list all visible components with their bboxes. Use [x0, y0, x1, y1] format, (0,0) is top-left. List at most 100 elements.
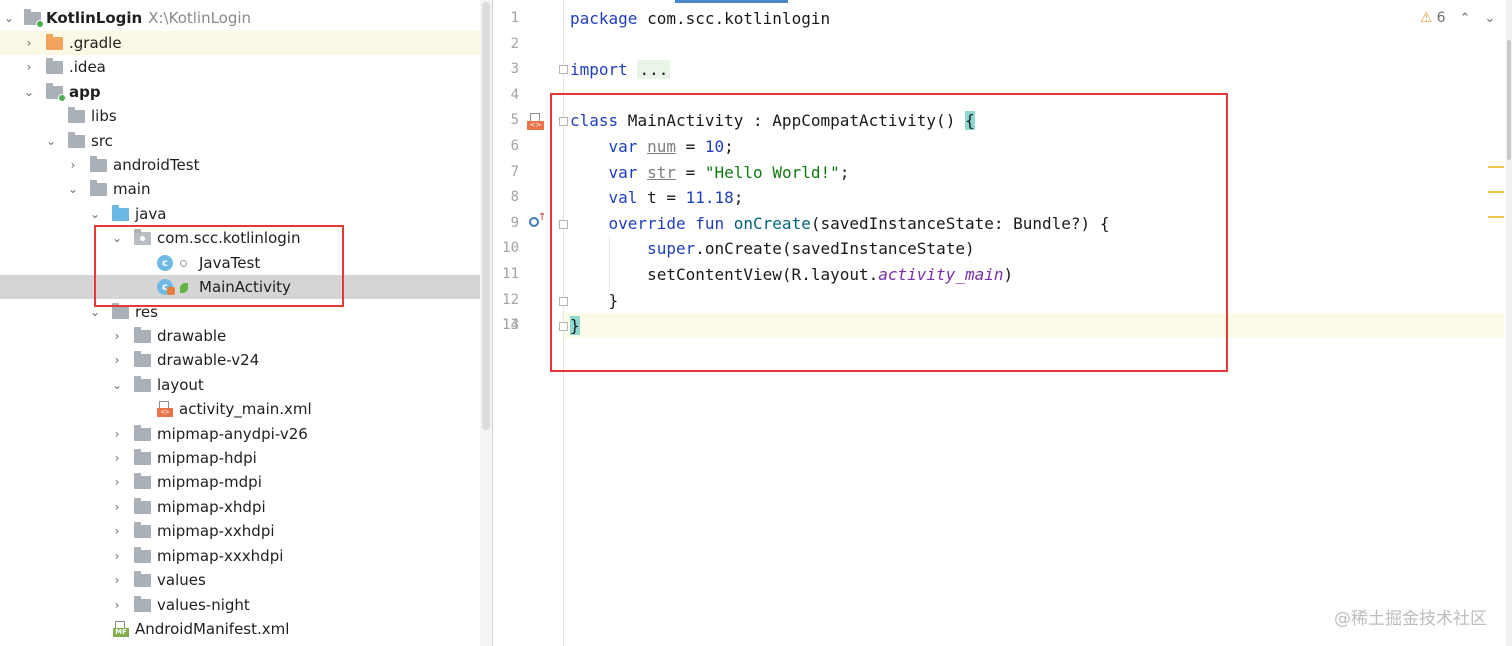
- code-text: setContentView(R.layout.: [647, 265, 879, 284]
- folder-icon: [134, 547, 152, 564]
- number-literal: 11.18: [685, 188, 734, 207]
- code-line-7[interactable]: var num = 10;: [570, 134, 734, 159]
- chevron-right-icon[interactable]: ›: [110, 544, 124, 568]
- code-line-6[interactable]: class MainActivity : AppCompatActivity()…: [570, 108, 975, 133]
- chevron-down-icon[interactable]: ⌄: [2, 6, 16, 30]
- chevron-down-icon[interactable]: ⌄: [88, 300, 102, 324]
- tree-item-mipmap-xxxhdpi[interactable]: › mipmap-xxxhdpi: [0, 544, 480, 568]
- chevron-right-icon[interactable]: ›: [22, 31, 36, 55]
- warning-marker[interactable]: [1488, 166, 1504, 168]
- tree-item-libs[interactable]: libs: [0, 104, 480, 128]
- tree-item-app[interactable]: ⌄ app: [0, 80, 480, 104]
- tree-item-mipmap-mdpi[interactable]: › mipmap-mdpi: [0, 470, 480, 494]
- warning-marker[interactable]: [1488, 191, 1504, 193]
- fold-toggle-icon[interactable]: [559, 322, 568, 331]
- chevron-right-icon[interactable]: ›: [110, 324, 124, 348]
- keyword: val: [608, 188, 638, 207]
- code-line-3[interactable]: import ...: [570, 57, 671, 82]
- tree-item-androidtest[interactable]: › androidTest: [0, 153, 480, 177]
- tree-item-drawable[interactable]: › drawable: [0, 324, 480, 348]
- chevron-down-icon[interactable]: ⌄: [88, 202, 102, 226]
- tree-item-res[interactable]: ⌄ res: [0, 300, 480, 324]
- editor-scrollbar-thumb[interactable]: [1507, 40, 1511, 160]
- tree-item-mipmap-anydpi[interactable]: › mipmap-anydpi-v26: [0, 422, 480, 446]
- tree-scrollbar[interactable]: [480, 0, 492, 646]
- chevron-right-icon[interactable]: ›: [110, 348, 124, 372]
- related-layout-icon[interactable]: <>: [527, 113, 545, 131]
- tree-item-src[interactable]: ⌄ src: [0, 129, 480, 153]
- code-line-11[interactable]: super.onCreate(savedInstanceState): [570, 236, 975, 261]
- fold-toggle-icon[interactable]: [559, 220, 568, 229]
- code-text: .onCreate: [695, 239, 782, 258]
- chevron-down-icon[interactable]: ⌄: [22, 80, 36, 104]
- tree-item-mainactivity[interactable]: c MainActivity: [0, 275, 480, 299]
- code-text: =: [675, 137, 705, 156]
- code-line-1[interactable]: package com.scc.kotlinlogin: [570, 6, 830, 31]
- fold-toggle-icon[interactable]: [559, 65, 568, 74]
- chevron-down-icon[interactable]: ⌄: [110, 373, 124, 397]
- inspection-widget[interactable]: ⚠ 6 ⌃ ⌄: [1420, 10, 1495, 26]
- chevron-right-icon[interactable]: ›: [22, 55, 36, 79]
- property-name: num: [647, 137, 676, 156]
- chevron-right-icon[interactable]: ›: [110, 593, 124, 617]
- folded-imports[interactable]: ...: [637, 60, 671, 79]
- matched-brace: }: [570, 316, 580, 335]
- tree-item-label: activity_main.xml: [179, 400, 312, 418]
- code-line-9[interactable]: val t = 11.18;: [570, 185, 744, 210]
- chevron-right-icon[interactable]: ›: [110, 495, 124, 519]
- tree-item-javatest[interactable]: c JavaTest: [0, 251, 480, 275]
- source-folder-icon: [112, 205, 130, 222]
- chevron-right-icon[interactable]: ›: [110, 446, 124, 470]
- chevron-down-icon[interactable]: ⌄: [110, 226, 124, 250]
- folder-icon: [134, 596, 152, 613]
- chevron-down-icon[interactable]: ⌄: [1484, 11, 1495, 26]
- chevron-right-icon[interactable]: ›: [110, 568, 124, 592]
- tree-item-mipmap-xxhdpi[interactable]: › mipmap-xxhdpi: [0, 519, 480, 543]
- tree-item-mipmap-xhdpi[interactable]: › mipmap-xhdpi: [0, 495, 480, 519]
- tree-item-values[interactable]: › values: [0, 568, 480, 592]
- tree-item-drawable-v24[interactable]: › drawable-v24: [0, 348, 480, 372]
- tree-item-label: layout: [157, 376, 204, 394]
- tree-item-activity-main-xml[interactable]: <> activity_main.xml: [0, 397, 480, 421]
- tree-item-mipmap-hdpi[interactable]: › mipmap-hdpi: [0, 446, 480, 470]
- chevron-right-icon[interactable]: ›: [66, 153, 80, 177]
- tree-item-android-manifest[interactable]: MF AndroidManifest.xml: [0, 617, 480, 641]
- kotlin-badge-icon: [167, 287, 175, 295]
- line-number: 9: [510, 215, 519, 231]
- tree-item-project-root[interactable]: ⌄ KotlinLogin X:\KotlinLogin: [0, 6, 480, 30]
- code-line-10[interactable]: override fun onCreate(savedInstanceState…: [570, 211, 1110, 236]
- editor-scrollbar[interactable]: [1506, 0, 1512, 646]
- code-line-12[interactable]: setContentView(R.layout.activity_main): [570, 262, 1013, 287]
- keyword: super: [647, 239, 696, 258]
- tree-item-gradle[interactable]: › .gradle: [0, 31, 480, 55]
- tree-item-layout[interactable]: ⌄ layout: [0, 373, 480, 397]
- tree-scrollbar-thumb[interactable]: [482, 2, 490, 430]
- tree-item-package[interactable]: ⌄ com.scc.kotlinlogin: [0, 226, 480, 250]
- line-number: 5: [510, 112, 519, 128]
- folder-icon: [134, 425, 152, 442]
- chevron-up-icon[interactable]: ⌃: [1459, 11, 1470, 26]
- android-leaf-icon: [180, 283, 188, 293]
- chevron-down-icon[interactable]: ⌄: [44, 129, 58, 153]
- code-line-8[interactable]: var str = "Hello World!";: [570, 160, 850, 185]
- line-number: 4: [510, 87, 519, 103]
- tree-item-idea[interactable]: › .idea: [0, 55, 480, 79]
- chevron-right-icon[interactable]: ›: [110, 470, 124, 494]
- tree-item-main[interactable]: ⌄ main: [0, 177, 480, 201]
- folder-icon: [46, 34, 64, 51]
- line-number: 11: [502, 266, 519, 282]
- code-line-13[interactable]: }: [570, 288, 619, 313]
- xml-file-icon: <>: [157, 401, 175, 417]
- fold-toggle-icon[interactable]: [559, 117, 568, 126]
- chevron-right-icon[interactable]: ›: [110, 519, 124, 543]
- warning-marker[interactable]: [1488, 216, 1504, 218]
- code-line-14[interactable]: }: [570, 313, 580, 338]
- line-number: 2: [510, 36, 519, 52]
- line-number: 3: [510, 61, 519, 77]
- chevron-right-icon[interactable]: ›: [110, 422, 124, 446]
- fold-toggle-icon[interactable]: [559, 297, 568, 306]
- tree-item-java[interactable]: ⌄ java: [0, 202, 480, 226]
- chevron-down-icon[interactable]: ⌄: [66, 177, 80, 201]
- tree-item-values-night[interactable]: › values-night: [0, 593, 480, 617]
- code-text: ): [1003, 265, 1014, 284]
